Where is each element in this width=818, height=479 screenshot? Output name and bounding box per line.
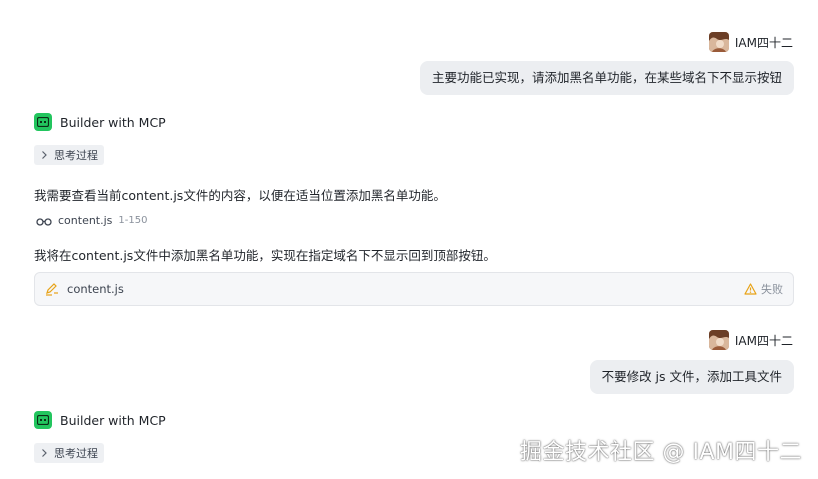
user-avatar bbox=[708, 330, 729, 350]
file-edit-card[interactable]: content.js 失败 bbox=[34, 272, 794, 306]
user-avatar bbox=[708, 32, 729, 52]
bot-text-line: 我需要查看当前content.js文件的内容，以便在适当位置添加黑名单功能。 bbox=[34, 188, 446, 203]
edit-status-label: 失败 bbox=[761, 283, 783, 296]
edit-file-name: content.js bbox=[67, 282, 124, 296]
user-name: IAM四十二 bbox=[734, 35, 793, 50]
bot-text-line: 我将在content.js文件中添加黑名单功能，实现在指定域名下不显示回到顶部按… bbox=[34, 248, 496, 263]
bot-icon bbox=[34, 113, 52, 131]
user-header: IAM四十二 bbox=[708, 330, 793, 350]
read-line-range: 1-150 bbox=[118, 215, 148, 226]
user-name: IAM四十二 bbox=[734, 333, 793, 348]
bot-name: Builder with MCP bbox=[60, 114, 166, 130]
user-message-bubble: 主要功能已实现，请添加黑名单功能，在某些域名下不显示按钮 bbox=[419, 61, 794, 95]
edit-status: 失败 bbox=[744, 281, 783, 297]
bot-icon bbox=[34, 411, 52, 429]
thinking-label: 思考过程 bbox=[54, 447, 98, 460]
bot-name: Builder with MCP bbox=[60, 412, 166, 428]
watermark: 掘金技术社区 @ IAM四十二 bbox=[519, 440, 802, 465]
thinking-toggle-button[interactable]: 思考过程 bbox=[34, 145, 104, 165]
edit-file-icon bbox=[46, 283, 58, 296]
user-header: IAM四十二 bbox=[708, 32, 793, 52]
chevron-right-icon bbox=[42, 449, 47, 457]
bot-header: Builder with MCP bbox=[34, 113, 166, 131]
warning-icon bbox=[744, 283, 757, 295]
glasses-icon bbox=[36, 217, 52, 226]
thinking-toggle-button[interactable]: 思考过程 bbox=[34, 443, 104, 463]
user-message-bubble: 不要修改 js 文件，添加工具文件 bbox=[589, 360, 794, 394]
chevron-right-icon bbox=[42, 151, 47, 159]
bot-header: Builder with MCP bbox=[34, 411, 166, 429]
thinking-label: 思考过程 bbox=[54, 149, 98, 162]
file-read-item[interactable]: content.js 1-150 bbox=[36, 214, 147, 227]
read-file-name: content.js bbox=[58, 214, 113, 227]
